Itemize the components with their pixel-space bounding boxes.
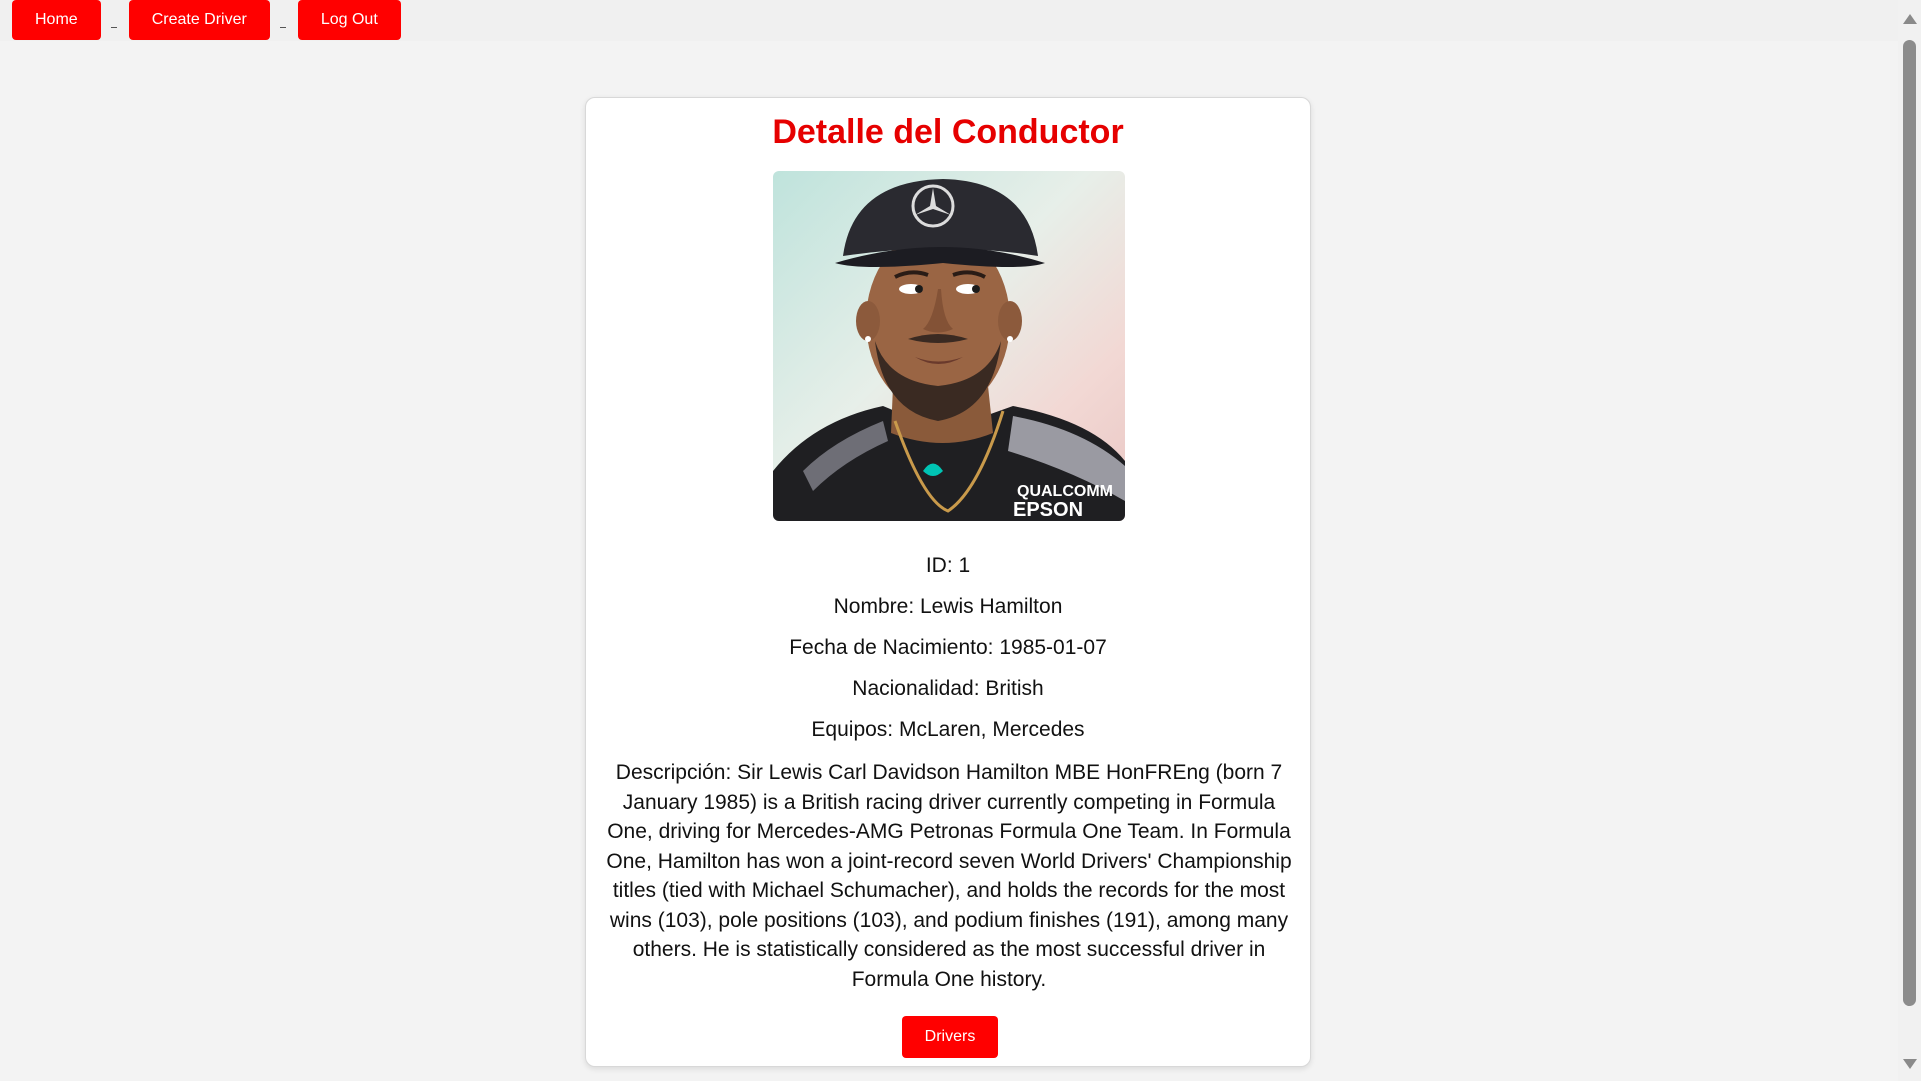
driver-teams: Equipos: McLaren, Mercedes	[811, 718, 1085, 741]
svg-text:EPSON: EPSON	[1013, 499, 1083, 521]
logout-button[interactable]: Log Out	[297, 0, 401, 40]
driver-description: Descripción: Sir Lewis Carl Davidson Ham…	[606, 761, 1292, 991]
scroll-up-arrow-icon[interactable]	[1903, 14, 1917, 24]
drivers-button[interactable]: Drivers	[902, 1016, 998, 1058]
scroll-down-arrow-icon[interactable]	[1903, 1059, 1917, 1069]
driver-portrait-illustration: QUALCOMM EPSON	[773, 179, 1125, 521]
driver-birthdate: Fecha de Nacimiento: 1985-01-07	[789, 636, 1107, 659]
scroll-thumb[interactable]	[1903, 40, 1916, 1006]
nav-separator	[101, 0, 129, 40]
driver-id: ID: 1	[925, 554, 971, 577]
driver-photo: QUALCOMM EPSON	[773, 171, 1125, 521]
svg-text:QUALCOMM: QUALCOMM	[1017, 483, 1113, 500]
create-driver-button[interactable]: Create Driver	[128, 0, 270, 40]
nav-separator	[270, 0, 298, 40]
page: Home Create Driver Log Out Detalle del C…	[0, 0, 1921, 1081]
driver-nationality: Nacionalidad: British	[852, 677, 1044, 700]
top-nav: Home Create Driver Log Out	[0, 0, 1898, 41]
page-title: Detalle del Conductor	[772, 113, 1124, 151]
home-button[interactable]: Home	[12, 0, 101, 40]
driver-detail-card: Detalle del Conductor QUALCOMM EPSON ID:…	[585, 97, 1311, 1067]
driver-name: Nombre: Lewis Hamilton	[833, 595, 1063, 618]
vertical-scrollbar[interactable]	[1898, 0, 1921, 1081]
